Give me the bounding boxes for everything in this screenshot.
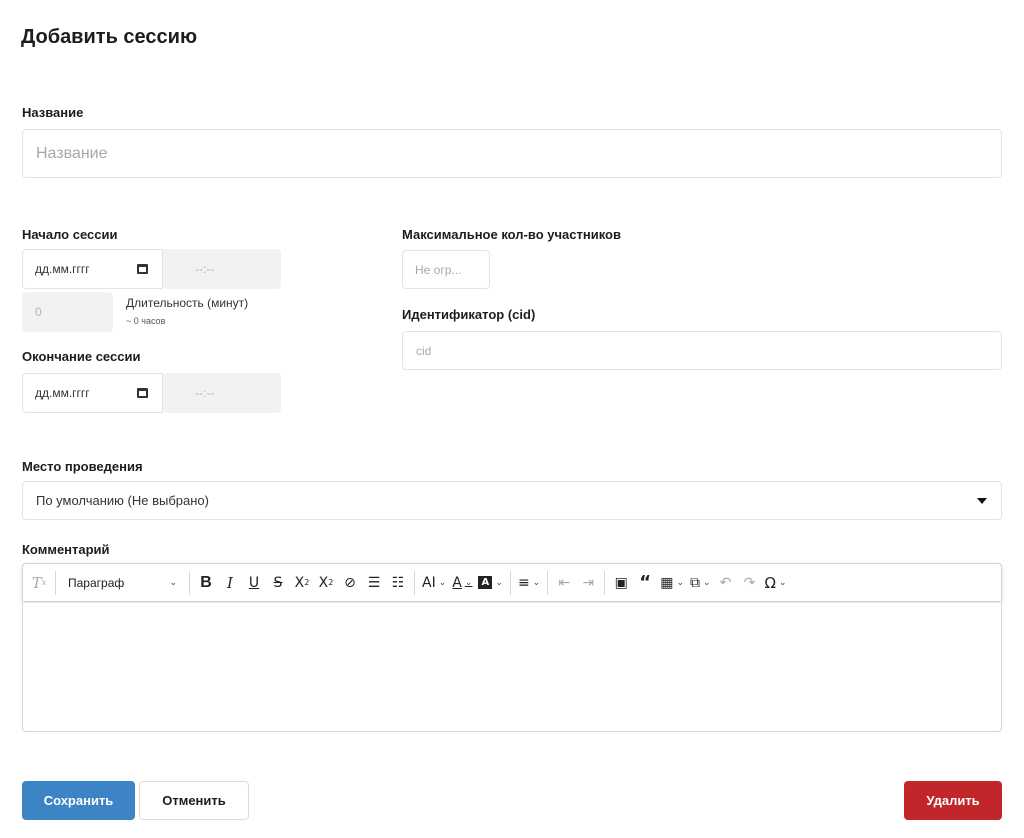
strikethrough-icon[interactable]: S	[266, 569, 290, 597]
redo-icon[interactable]: ↷	[738, 569, 762, 597]
name-input[interactable]	[22, 129, 1002, 178]
duration-input[interactable]: 0	[22, 292, 113, 332]
start-date-placeholder: дд.мм.гггг	[35, 262, 90, 276]
toolbar-separator	[547, 570, 549, 595]
duration-label: Длительность (минут)	[126, 296, 249, 310]
toolbar-separator	[55, 570, 56, 595]
superscript-icon[interactable]: X2	[314, 569, 338, 597]
undo-icon[interactable]: ↶	[714, 569, 738, 597]
italic-icon[interactable]: I	[218, 569, 242, 597]
toolbar-separator	[604, 570, 606, 595]
start-time-placeholder: --:--	[195, 262, 215, 276]
indent-icon[interactable]: ⇥	[576, 569, 600, 597]
underline-icon[interactable]: U	[242, 569, 266, 597]
highlight-icon[interactable]: A ⌄	[475, 569, 506, 597]
page-title: Добавить сессию	[21, 26, 198, 48]
end-date-input[interactable]: дд.мм.гггг	[22, 373, 163, 413]
chevron-down-icon: ⌄	[169, 577, 177, 587]
caret-down-icon	[977, 497, 987, 504]
name-label: Название	[22, 105, 84, 120]
cancel-button[interactable]: Отменить	[139, 781, 249, 820]
subscript-icon[interactable]: X2	[290, 569, 314, 597]
max-participants-input[interactable]	[402, 250, 490, 289]
paragraph-dropdown[interactable]: Параграф ⌄	[60, 569, 185, 597]
duration-value: 0	[35, 305, 42, 319]
paragraph-label: Параграф	[68, 575, 125, 590]
end-time-input[interactable]: --:--	[163, 373, 281, 413]
align-icon[interactable]: ≡ ⌄	[515, 569, 543, 597]
link-icon[interactable]: ⊘	[338, 569, 362, 597]
end-time-placeholder: --:--	[195, 386, 215, 400]
toolbar-separator	[509, 570, 511, 595]
clear-formatting-icon[interactable]: Tx	[27, 569, 51, 597]
save-button[interactable]: Сохранить	[22, 781, 135, 820]
start-label: Начало сессии	[22, 227, 118, 242]
start-date-input[interactable]: дд.мм.гггг	[22, 249, 163, 289]
outdent-icon[interactable]: ⇤	[552, 569, 576, 597]
duration-hint: ~ 0 часов	[126, 316, 166, 326]
numbered-list-icon[interactable]: ☷	[386, 569, 410, 597]
venue-select[interactable]: По умолчанию (Не выбрано)	[22, 481, 1002, 520]
image-icon[interactable]: ▣	[609, 569, 633, 597]
max-participants-label: Максимальное кол-во участников	[402, 227, 621, 242]
bold-icon[interactable]: B	[194, 569, 218, 597]
bulleted-list-icon[interactable]: ☰	[362, 569, 386, 597]
toolbar-separator	[189, 570, 190, 595]
end-label: Окончание сессии	[22, 349, 141, 364]
comment-label: Комментарий	[22, 542, 110, 557]
toolbar-separator	[414, 570, 415, 595]
venue-selected-value: По умолчанию (Не выбрано)	[36, 493, 209, 508]
table-icon[interactable]: ▦ ⌄	[657, 569, 687, 597]
html-embed-icon[interactable]: ⧉ ⌄	[687, 569, 714, 597]
calendar-icon[interactable]	[137, 388, 148, 398]
quote-icon[interactable]: “	[633, 569, 657, 597]
cid-label: Идентификатор (cid)	[402, 307, 536, 322]
font-size-icon[interactable]: AI ⌄	[419, 569, 449, 597]
font-color-icon[interactable]: A ⌄	[449, 569, 475, 597]
end-date-placeholder: дд.мм.гггг	[35, 386, 90, 400]
delete-button[interactable]: Удалить	[904, 781, 1002, 820]
start-time-input[interactable]: --:--	[163, 249, 281, 289]
calendar-icon[interactable]	[137, 264, 148, 274]
special-characters-icon[interactable]: Ω ⌄	[762, 569, 790, 597]
cid-input[interactable]	[402, 331, 1002, 370]
editor-toolbar: Tx Параграф ⌄ B I U S X2 X2 ⊘ ☰ ☷ AI ⌄ A ⌄…	[22, 563, 1002, 602]
comment-editor[interactable]	[22, 603, 1002, 732]
venue-label: Место проведения	[22, 459, 143, 474]
